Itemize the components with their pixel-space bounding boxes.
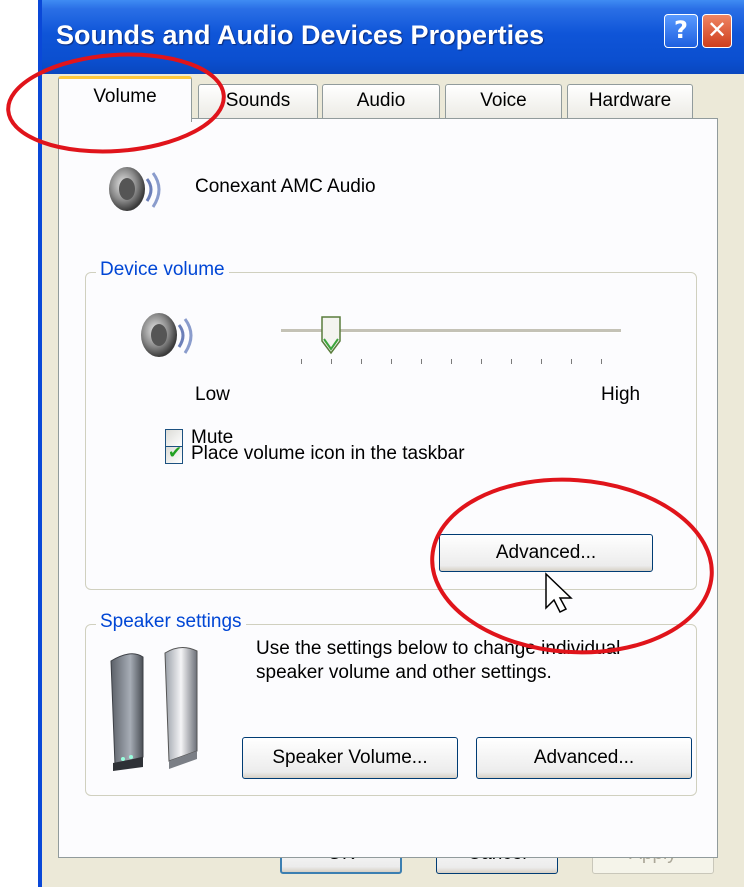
slider-tick bbox=[601, 359, 602, 364]
taskbar-icon-label: Place volume icon in the taskbar bbox=[191, 443, 465, 464]
speaker-advanced-button[interactable]: Advanced... bbox=[476, 737, 692, 779]
tab-audio[interactable]: Audio bbox=[322, 84, 440, 118]
title-bar[interactable]: Sounds and Audio Devices Properties ? ✕ bbox=[42, 0, 744, 74]
device-volume-label: Device volume bbox=[96, 259, 229, 281]
device-advanced-button[interactable]: Advanced... bbox=[439, 534, 653, 572]
speaker-volume-button[interactable]: Speaker Volume... bbox=[242, 737, 458, 779]
speakers-icon bbox=[110, 647, 198, 771]
slider-tick bbox=[571, 359, 572, 364]
speaker-settings-label: Speaker settings bbox=[96, 611, 246, 633]
speaker-description-line2: speaker volume and other settings. bbox=[256, 662, 552, 683]
slider-tick bbox=[391, 359, 392, 364]
speaker-description-line1: Use the settings below to change individ… bbox=[256, 638, 621, 659]
slider-tick bbox=[541, 359, 542, 364]
slider-tick bbox=[301, 359, 302, 364]
window-title: Sounds and Audio Devices Properties bbox=[56, 20, 545, 50]
slider-tick bbox=[421, 359, 422, 364]
tab-hardware[interactable]: Hardware bbox=[567, 84, 693, 118]
volume-slider-thumb[interactable] bbox=[320, 315, 342, 355]
slider-tick bbox=[451, 359, 452, 364]
help-button[interactable]: ? bbox=[664, 14, 698, 48]
tab-volume[interactable]: Volume bbox=[58, 76, 192, 122]
tab-sounds[interactable]: Sounds bbox=[198, 84, 318, 118]
device-name: Conexant AMC Audio bbox=[195, 176, 376, 197]
volume-low-label: Low bbox=[195, 384, 230, 405]
slider-tick bbox=[511, 359, 512, 364]
tab-row: Volume Sounds Audio Voice Hardware bbox=[58, 76, 738, 122]
volume-tab-panel: Conexant AMC Audio Device volume Low Hig… bbox=[58, 118, 718, 858]
slider-tick bbox=[361, 359, 362, 364]
volume-speaker-icon bbox=[141, 313, 193, 357]
checkmark-icon: ✔ bbox=[168, 443, 183, 463]
slider-tick bbox=[481, 359, 482, 364]
close-button[interactable]: ✕ bbox=[702, 14, 732, 48]
slider-tick bbox=[331, 359, 332, 364]
taskbar-icon-checkbox[interactable]: ✔ bbox=[165, 443, 183, 464]
properties-window: Sounds and Audio Devices Properties ? ✕ … bbox=[38, 0, 744, 887]
speaker-icon bbox=[109, 167, 161, 211]
tab-voice[interactable]: Voice bbox=[445, 84, 562, 118]
volume-high-label: High bbox=[601, 384, 641, 405]
